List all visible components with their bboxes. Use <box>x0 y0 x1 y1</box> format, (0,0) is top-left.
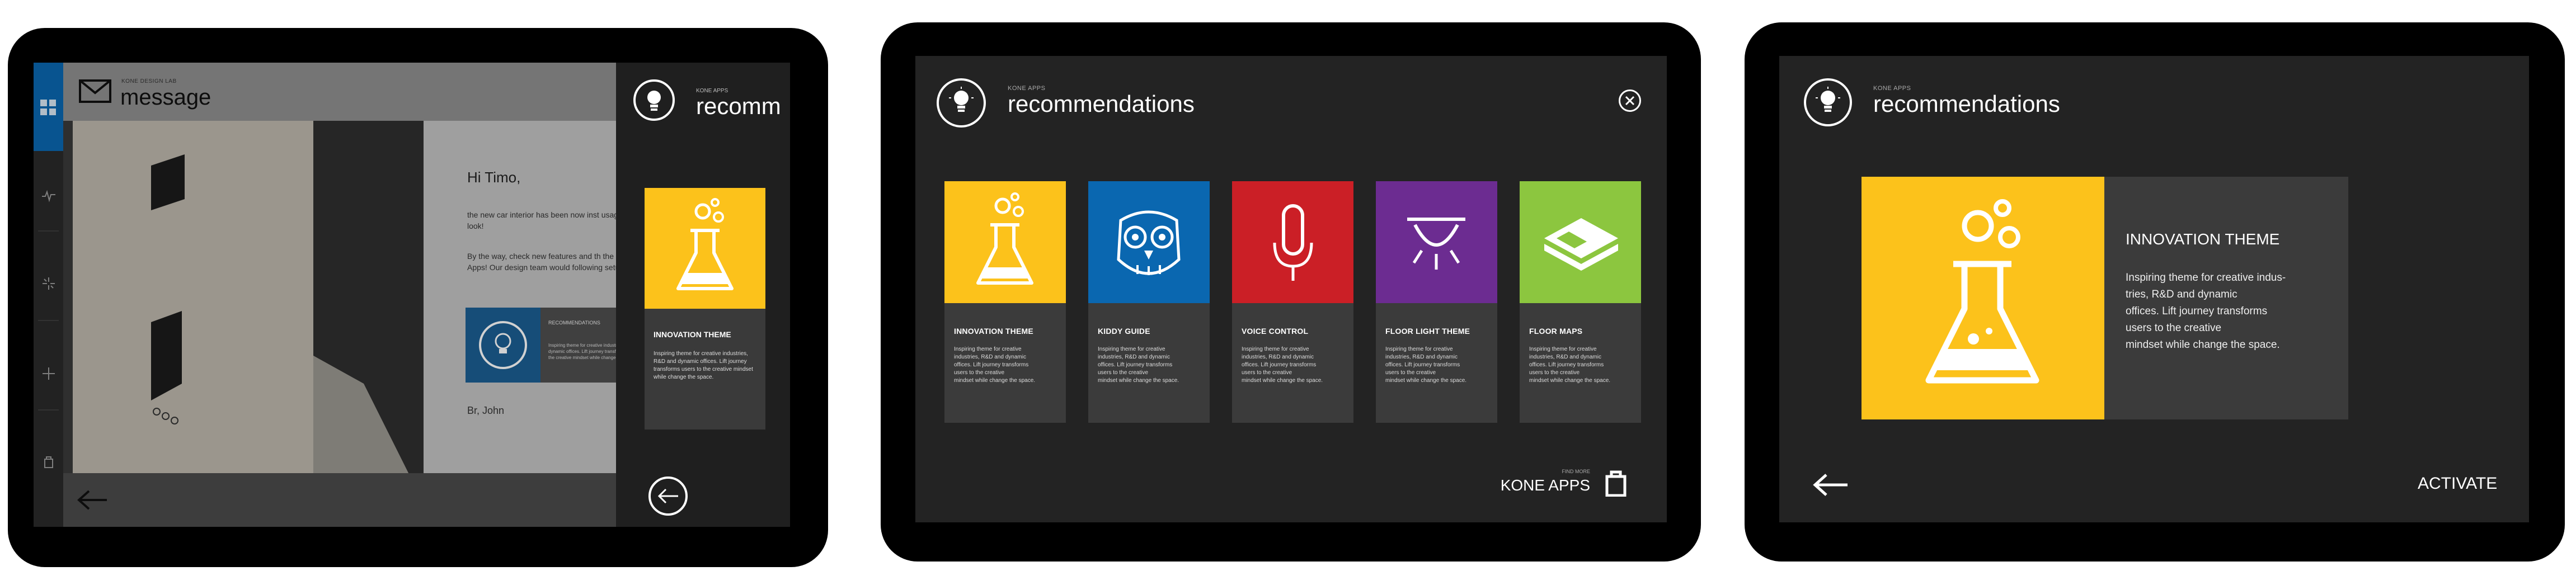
close-icon <box>1625 96 1635 106</box>
panel-back-button[interactable] <box>648 477 688 516</box>
tile-body: KIDDY GUIDE Inspiring theme for creative… <box>1088 303 1210 423</box>
dim-overlay <box>34 63 616 527</box>
tile-image <box>1088 181 1210 303</box>
lightbulb-icon <box>1816 87 1840 112</box>
detail-desc: Inspiring theme for creative indus- trie… <box>2126 272 2286 351</box>
ceiling-lamp-icon <box>1407 218 1465 270</box>
tile-title: FLOOR MAPS <box>1529 327 1583 336</box>
app-tile-floor-maps[interactable]: FLOOR MAPS Inspiring theme for creative … <box>1520 181 1641 423</box>
page-title: recommendations <box>1873 91 2060 117</box>
lightbulb-icon <box>647 91 661 111</box>
app-tile-voice-control[interactable]: VOICE CONTROL Inspiring theme for creati… <box>1232 181 1353 423</box>
close-button[interactable] <box>1619 89 1641 112</box>
activate-button[interactable]: ACTIVATE <box>2418 474 2497 493</box>
message-screen: KONE DESIGN LAB message Hi Timo, the new… <box>34 63 790 527</box>
kone-apps-label: KONE APPS <box>1500 477 1590 494</box>
tile-image <box>1520 181 1641 303</box>
tile-image <box>1376 181 1497 303</box>
card-image <box>645 188 765 309</box>
detail-card: INNOVATION THEME Inspiring theme for cre… <box>1862 177 2348 419</box>
flask-icon <box>1925 199 2039 384</box>
card-desc: Inspiring theme for creative industries,… <box>654 351 753 380</box>
panel-title: recomm <box>696 93 781 119</box>
find-more-label: FIND MORE <box>1562 469 1591 474</box>
tile-desc: Inspiring theme for creative industries,… <box>1529 346 1611 384</box>
find-more-link[interactable]: FIND MORE KONE APPS <box>1500 469 1643 502</box>
tile-title: FLOOR LIGHT THEME <box>1385 327 1470 336</box>
app-tile-kiddy-guide[interactable]: KIDDY GUIDE Inspiring theme for creative… <box>1088 181 1210 423</box>
flask-icon <box>976 192 1033 285</box>
tile-body: FLOOR LIGHT THEME Inspiring theme for cr… <box>1376 303 1497 423</box>
lightbulb-icon <box>949 87 974 112</box>
innovation-theme-card[interactable]: INNOVATION THEME Inspiring theme for cre… <box>645 188 765 430</box>
microphone-icon <box>1273 204 1313 281</box>
tile-title: INNOVATION THEME <box>954 327 1033 336</box>
app-tile-floor-light-theme[interactable]: FLOOR LIGHT THEME Inspiring theme for cr… <box>1376 181 1497 423</box>
tile-body: INNOVATION THEME Inspiring theme for cre… <box>944 303 1066 423</box>
floor-map-icon <box>1544 218 1618 271</box>
back-arrow-icon <box>657 488 678 504</box>
recommendations-grid-screen: KONE APPS recommendations INNOVATION THE… <box>915 56 1667 522</box>
tile-desc: Inspiring theme for creative industries,… <box>1098 346 1179 384</box>
tile-title: KIDDY GUIDE <box>1098 327 1150 336</box>
detail-image <box>1862 177 2104 419</box>
flask-icon <box>676 198 734 290</box>
tile-desc: Inspiring theme for creative industries,… <box>954 346 1036 384</box>
page-title: recommendations <box>1008 91 1195 117</box>
tile-desc: Inspiring theme for creative industries,… <box>1385 346 1467 384</box>
tile-desc: Inspiring theme for creative industries,… <box>1242 346 1323 384</box>
back-arrow-icon[interactable] <box>1813 473 1849 497</box>
app-tile-innovation-theme[interactable]: INNOVATION THEME Inspiring theme for cre… <box>944 181 1066 423</box>
card-title: INNOVATION THEME <box>654 330 731 339</box>
shopping-bag-icon <box>1605 470 1627 497</box>
tile-title: VOICE CONTROL <box>1242 327 1309 336</box>
recommendation-detail-screen: KONE APPS recommendations INNOVATION THE… <box>1779 56 2529 522</box>
tile-image <box>944 181 1066 303</box>
tile-image <box>1232 181 1353 303</box>
detail-title: INNOVATION THEME <box>2126 230 2280 248</box>
tile-body: FLOOR MAPS Inspiring theme for creative … <box>1520 303 1641 423</box>
tile-body: VOICE CONTROL Inspiring theme for creati… <box>1232 303 1353 423</box>
owl-icon <box>1117 210 1181 275</box>
